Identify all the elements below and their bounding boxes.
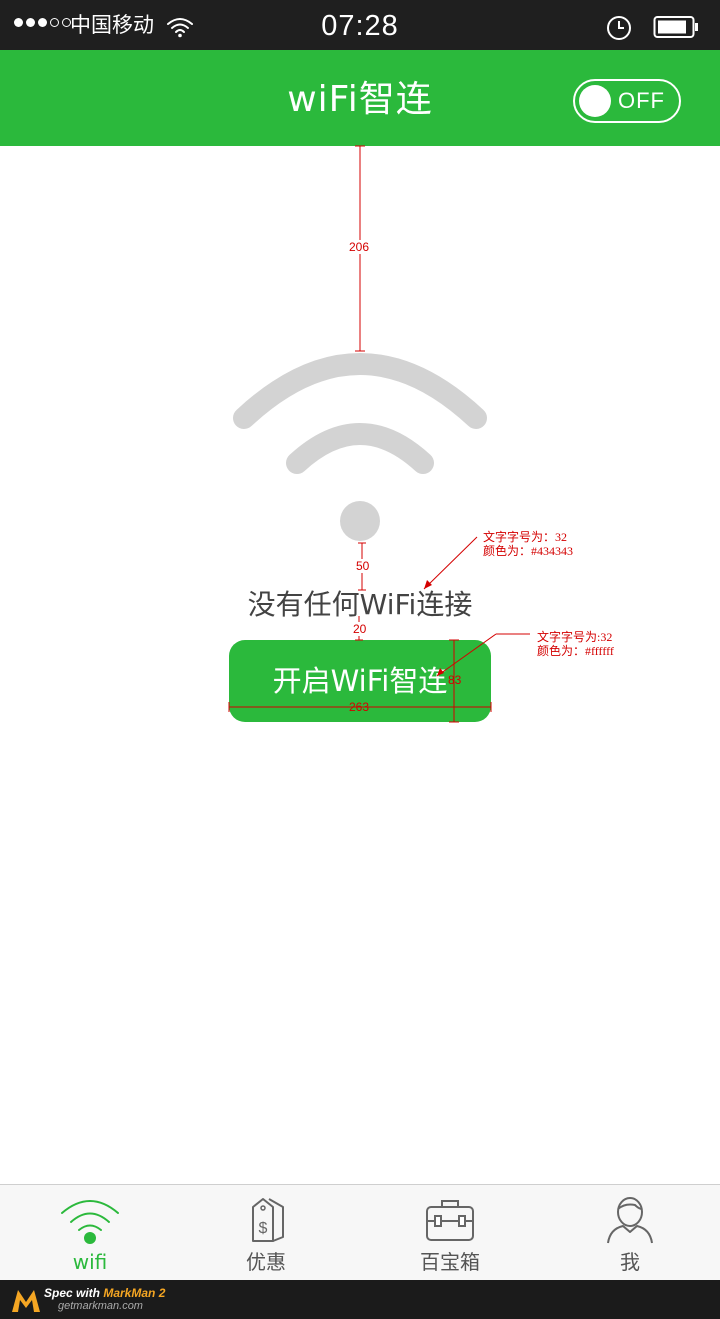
svg-text:$: $	[259, 1220, 268, 1237]
wifi-icon	[61, 1200, 119, 1244]
tab-label: 百宝箱	[420, 1250, 480, 1274]
spec-button-width: 263	[349, 700, 370, 714]
spec-button-height: 83	[448, 673, 462, 687]
spec-gap-top: 206	[348, 240, 371, 254]
tab-deals[interactable]: $ 优惠	[176, 1185, 356, 1281]
tab-me[interactable]: 我	[540, 1185, 720, 1281]
spec-note-button-color: 颜色为：#ffffff	[537, 644, 614, 658]
tab-wifi[interactable]: wifi	[0, 1185, 180, 1281]
spec-measurement-lines	[228, 145, 530, 723]
user-icon	[607, 1197, 653, 1244]
toolbox-icon	[426, 1200, 474, 1241]
tab-bar: wifi $ 优惠 百宝箱 我	[0, 1184, 720, 1280]
spec-note-text-size: 文字字号为：32	[483, 530, 568, 544]
tab-label: 优惠	[246, 1250, 286, 1274]
footer-spec-text: Spec with MarkMan 2	[44, 1286, 165, 1300]
tab-toolbox[interactable]: 百宝箱	[360, 1185, 540, 1281]
markman-logo-icon	[12, 1290, 40, 1312]
tab-label: wifi	[72, 1250, 108, 1274]
footer-brand: MarkMan 2	[103, 1286, 166, 1300]
price-tag-icon: $	[252, 1198, 284, 1242]
footer-prefix: Spec with	[44, 1286, 104, 1300]
spec-gap-icon-text: 50	[355, 559, 371, 573]
spec-note-button-size: 文字字号为:32	[537, 630, 613, 644]
footer-url: getmarkman.com	[58, 1300, 143, 1312]
markman-footer: Spec with MarkMan 2 getmarkman.com	[0, 1280, 720, 1319]
spec-gap-text-button: 20	[352, 622, 368, 636]
spec-note-text-color: 颜色为：#434343	[483, 544, 574, 558]
tab-label: 我	[620, 1250, 640, 1274]
